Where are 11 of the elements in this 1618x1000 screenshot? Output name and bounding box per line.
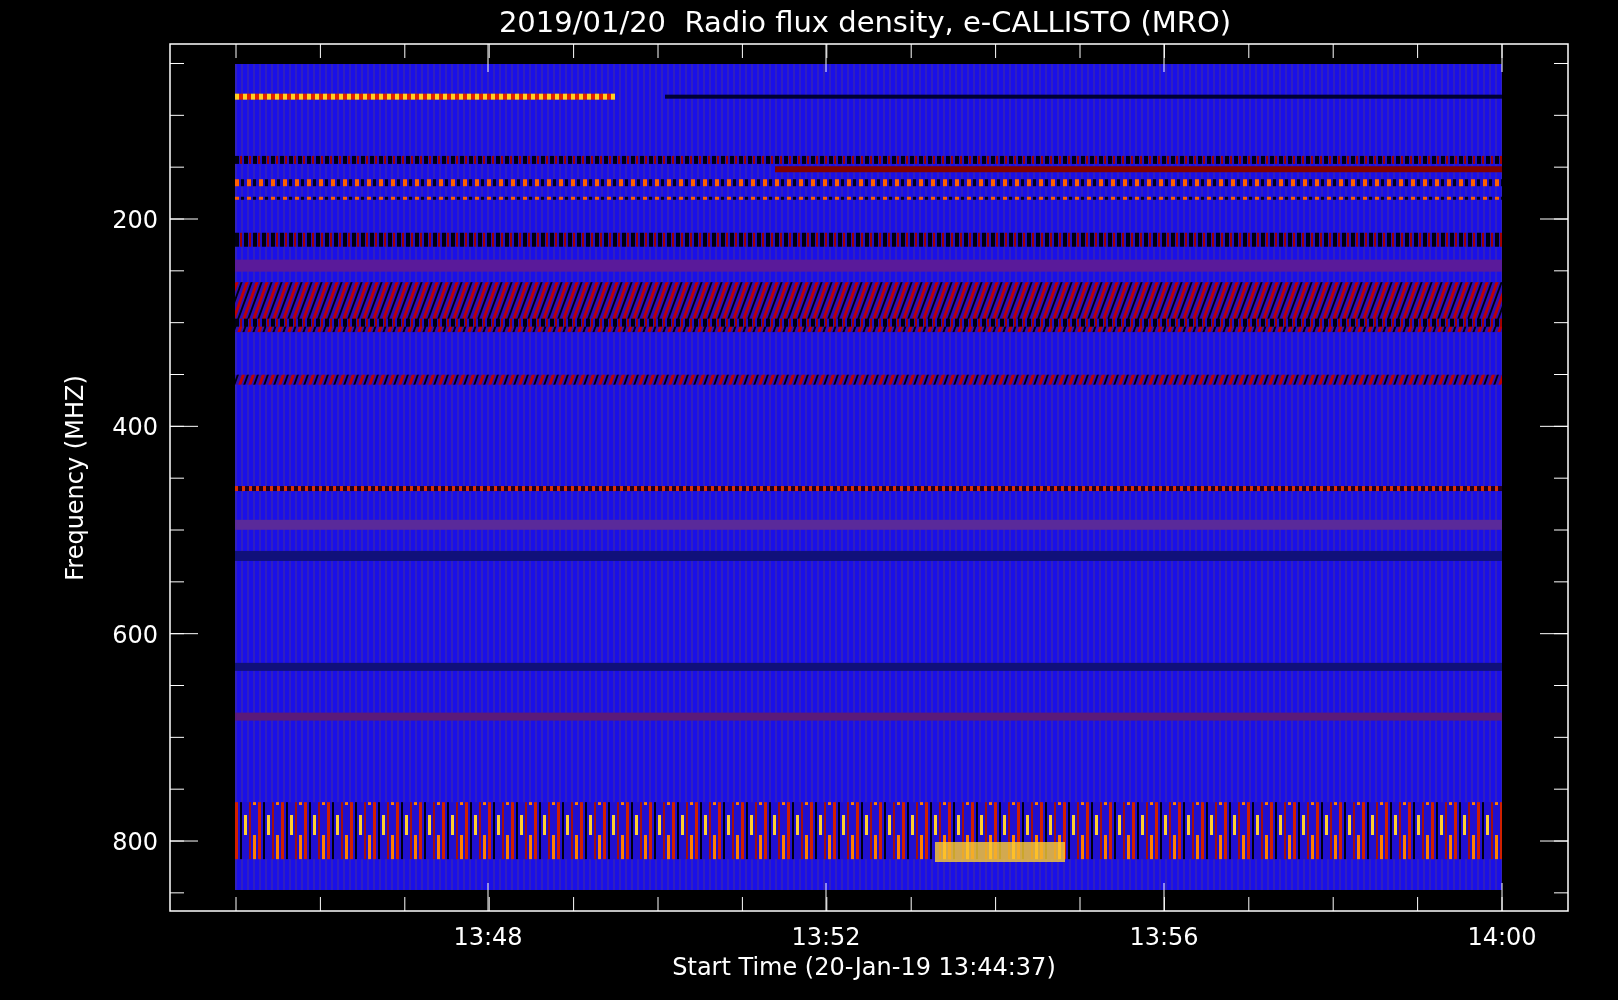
x-axis-label: Start Time (20-Jan-19 13:44:37) <box>672 953 1056 981</box>
x-tick-label: 13:48 <box>453 923 523 951</box>
chart-title: 2019/01/20 Radio flux density, e-CALLISTO (MRO) <box>498 5 1232 39</box>
y-tick-label: 600 <box>112 620 158 649</box>
y-tick-label: 400 <box>112 413 158 442</box>
y-tick-label: 800 <box>112 828 158 856</box>
x-tick-label: 14:00 <box>1467 923 1537 951</box>
x-tick-label: 13:56 <box>1129 923 1199 951</box>
y-axis-label: Frequency (MHZ) <box>61 375 89 581</box>
x-tick-label: 13:52 <box>791 923 861 951</box>
y-tick-label: 200 <box>112 206 158 234</box>
